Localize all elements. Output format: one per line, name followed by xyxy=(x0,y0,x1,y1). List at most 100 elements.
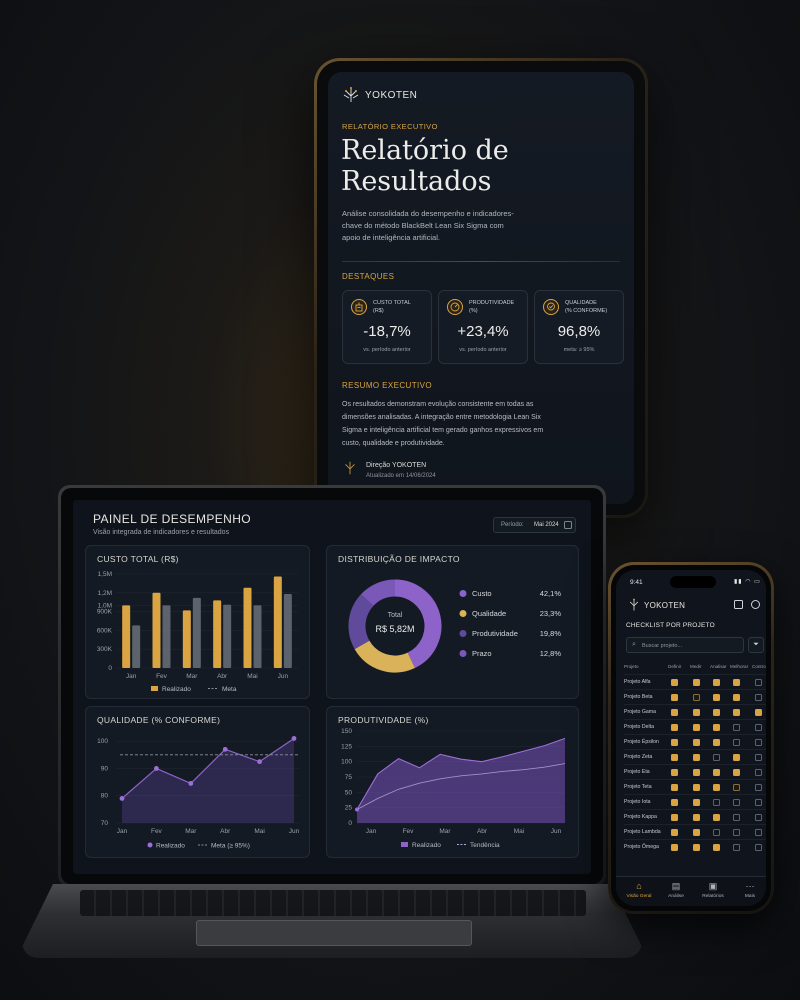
cost-bar-chart: 0 300K 600K 900K1,0M 1,2M 1,5M Jan Fev Mar Abr Mai… xyxy=(97,571,298,693)
checkbox[interactable] xyxy=(733,679,740,686)
search-input[interactable]: ⌕ Buscar projeto... xyxy=(626,637,744,653)
phone-device: 9:41 ▮▮ ◠ ▭ YOKOTEN CHECKLIST POR PROJET… xyxy=(608,562,774,914)
checkbox[interactable] xyxy=(693,814,700,821)
page-title: Relatório de Resultados xyxy=(341,135,509,197)
checkbox[interactable] xyxy=(693,709,700,716)
checkbox[interactable] xyxy=(713,709,720,716)
period-selector[interactable]: Período: Mai 2024 xyxy=(493,517,576,533)
kpi-card-productivity[interactable]: PRODUTIVIDADE (%) +23,4% vs. período ant… xyxy=(438,290,528,364)
checkbox[interactable] xyxy=(713,799,720,806)
checkbox[interactable] xyxy=(733,769,740,776)
checkbox[interactable] xyxy=(693,754,700,761)
checkbox[interactable] xyxy=(755,769,762,776)
table-row[interactable]: Projeto Ômega xyxy=(624,839,766,854)
table-row[interactable]: Projeto Alfa xyxy=(624,674,766,689)
checkbox[interactable] xyxy=(671,754,678,761)
checkbox[interactable] xyxy=(693,769,700,776)
table-row[interactable]: Projeto Zeta xyxy=(624,749,766,764)
table-row[interactable]: Projeto Gama xyxy=(624,704,766,719)
clock-icon[interactable] xyxy=(751,600,760,609)
x-tick-label: Mai xyxy=(247,673,257,680)
checkbox[interactable] xyxy=(733,709,740,716)
checkbox[interactable] xyxy=(755,739,762,746)
kpi-card-cost[interactable]: CUSTO TOTAL (R$) -18,7% vs. período ante… xyxy=(342,290,432,364)
table-row[interactable]: Projeto Eta xyxy=(624,764,766,779)
checkbox[interactable] xyxy=(755,784,762,791)
kpi-value: +23,4% xyxy=(457,323,509,340)
checkbox[interactable] xyxy=(755,799,762,806)
checkbox[interactable] xyxy=(671,769,678,776)
checkbox[interactable] xyxy=(671,814,678,821)
nav-item[interactable]: ▣ Relatórios xyxy=(696,881,730,899)
nav-item[interactable]: ⌂ Visão Geral xyxy=(622,881,656,899)
legend-label: Produtividade xyxy=(472,629,518,638)
checkbox[interactable] xyxy=(713,844,720,851)
bar-meta xyxy=(253,605,262,668)
checkbox[interactable] xyxy=(693,724,700,731)
checkbox[interactable] xyxy=(693,784,700,791)
checkbox[interactable] xyxy=(733,829,740,836)
checkbox[interactable] xyxy=(733,724,740,731)
tablet-eyebrow: RELATÓRIO EXECUTIVO xyxy=(342,122,438,131)
kpi-note: vs. período anterior xyxy=(363,347,411,353)
kpi-note: vs. período anterior xyxy=(459,347,507,353)
description-line: chave do método BlackBelt Lean Six Sigma… xyxy=(342,221,504,230)
checkbox[interactable] xyxy=(713,769,720,776)
checkbox[interactable] xyxy=(713,814,720,821)
checkbox[interactable] xyxy=(693,679,700,686)
calendar-icon[interactable] xyxy=(734,600,743,609)
checkbox[interactable] xyxy=(755,829,762,836)
checkbox[interactable] xyxy=(755,709,762,716)
checkbox[interactable] xyxy=(671,799,678,806)
checkbox[interactable] xyxy=(733,739,740,746)
cost-building-icon xyxy=(351,299,367,315)
checkbox[interactable] xyxy=(755,814,762,821)
checkbox[interactable] xyxy=(713,679,720,686)
checkbox[interactable] xyxy=(693,799,700,806)
checkbox[interactable] xyxy=(671,739,678,746)
checkbox[interactable] xyxy=(755,844,762,851)
table-row[interactable]: Projeto Delta xyxy=(624,719,766,734)
checkbox[interactable] xyxy=(755,694,762,701)
checkbox[interactable] xyxy=(693,844,700,851)
checkbox[interactable] xyxy=(733,814,740,821)
filter-button[interactable]: ⏷ xyxy=(748,637,764,653)
checkbox[interactable] xyxy=(733,844,740,851)
checkbox[interactable] xyxy=(755,724,762,731)
y-tick-label: 75 xyxy=(345,774,353,781)
table-row[interactable]: Projeto Iota xyxy=(624,794,766,809)
checkbox[interactable] xyxy=(713,754,720,761)
checkbox[interactable] xyxy=(733,754,740,761)
checkbox[interactable] xyxy=(713,829,720,836)
checkbox[interactable] xyxy=(713,694,720,701)
quality-point xyxy=(119,796,125,801)
table-row[interactable]: Projeto Lambda xyxy=(624,824,766,839)
nav-item[interactable]: ⋯ Mais xyxy=(733,881,766,899)
kpi-label: QUALIDADE (% CONFORME) xyxy=(565,299,607,315)
checkbox[interactable] xyxy=(671,709,678,716)
checkbox[interactable] xyxy=(755,754,762,761)
checkbox[interactable] xyxy=(671,679,678,686)
checkbox[interactable] xyxy=(671,694,678,701)
table-row[interactable]: Projeto Teta xyxy=(624,779,766,794)
checkbox[interactable] xyxy=(693,694,700,701)
table-row[interactable]: Projeto Beta xyxy=(624,689,766,704)
checkbox[interactable] xyxy=(733,694,740,701)
checkbox[interactable] xyxy=(671,724,678,731)
checkbox[interactable] xyxy=(693,739,700,746)
checkbox[interactable] xyxy=(671,844,678,851)
checkbox[interactable] xyxy=(713,784,720,791)
kpi-card-quality[interactable]: QUALIDADE (% CONFORME) 96,8% meta: ≥ 95% xyxy=(534,290,624,364)
checkbox[interactable] xyxy=(733,799,740,806)
checkbox[interactable] xyxy=(733,784,740,791)
checkbox[interactable] xyxy=(671,784,678,791)
nav-label: Análise xyxy=(668,894,684,899)
checkbox[interactable] xyxy=(693,829,700,836)
nav-item[interactable]: ▤ Análise xyxy=(659,881,693,899)
table-row[interactable]: Projeto Épsilon xyxy=(624,734,766,749)
checkbox[interactable] xyxy=(755,679,762,686)
checkbox[interactable] xyxy=(671,829,678,836)
table-row[interactable]: Projeto Kappa xyxy=(624,809,766,824)
checkbox[interactable] xyxy=(713,724,720,731)
checkbox[interactable] xyxy=(713,739,720,746)
